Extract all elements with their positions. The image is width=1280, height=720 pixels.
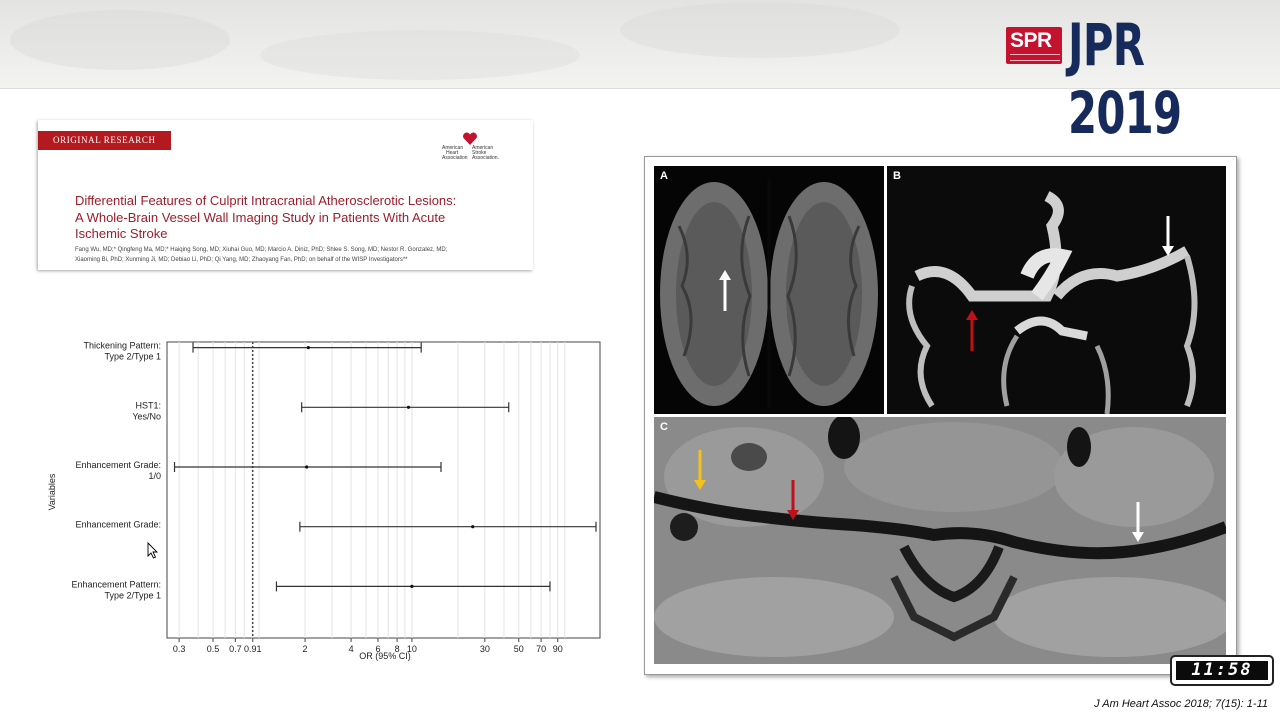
x-tick-label: 50 xyxy=(514,644,524,654)
heart-torch-icon xyxy=(463,132,477,145)
spr-logo-text: SPR xyxy=(1010,29,1052,52)
row-label: Thickening Pattern: xyxy=(83,341,161,351)
row-label: 1/0 xyxy=(148,471,161,481)
x-tick-label: 90 xyxy=(553,644,563,654)
banner-texture xyxy=(10,2,900,80)
panel-label-a: A xyxy=(660,170,668,182)
paper-title-line: Differential Features of Culprit Intracr… xyxy=(75,193,457,208)
paper-authors-line: Xiaoming Bi, PhD; Xunming Ji, MD; Debiao… xyxy=(75,256,408,263)
citation: J Am Heart Assoc 2018; 7(15): 1-11 xyxy=(1094,698,1268,710)
x-axis-label: OR (95% CI) xyxy=(359,651,411,661)
x-tick-label: 4 xyxy=(349,644,354,654)
paper-authors-line: Fang Wu, MD;* Qingfeng Ma, MD;* Haiqing … xyxy=(75,247,448,253)
row-label: Enhancement Pattern: xyxy=(71,579,161,589)
paper-authors: Fang Wu, MD;* Qingfeng Ma, MD;* Haiqing … xyxy=(75,246,525,265)
x-tick-label: 0.91 xyxy=(244,644,262,654)
x-tick-label: 30 xyxy=(480,644,490,654)
x-tick-label: 0.5 xyxy=(207,644,220,654)
odds-ratio-point xyxy=(410,584,414,588)
paper-title: Differential Features of Culprit Intracr… xyxy=(75,193,515,243)
odds-ratio-point xyxy=(306,346,310,350)
odds-ratio-point xyxy=(471,525,475,529)
section-tag: ORIGINAL RESEARCH xyxy=(38,131,171,150)
odds-ratio-point xyxy=(406,405,411,409)
row-label: Type 2/Type 1 xyxy=(104,352,161,362)
row-label: HST1: xyxy=(135,400,161,410)
x-tick-label: 2 xyxy=(303,644,308,654)
row-label: Type 2/Type 1 xyxy=(104,590,161,600)
aha-asa-logo: American American Heart Stroke Associati… xyxy=(442,132,502,162)
x-tick-label: 0.7 xyxy=(229,644,242,654)
paper-title-line: Ischemic Stroke xyxy=(75,226,168,241)
mouse-cursor xyxy=(147,541,159,559)
x-tick-label: 70 xyxy=(536,644,546,654)
plot-area xyxy=(166,341,601,639)
row-label: Yes/No xyxy=(132,411,161,421)
conference-title: JPR 2019 xyxy=(1068,11,1182,147)
row-label: Enhancement Grade: xyxy=(75,520,161,530)
odds-ratio-point xyxy=(305,465,309,469)
panel-label-c: C xyxy=(660,421,668,433)
row-label: Enhancement Grade: xyxy=(75,460,161,470)
panel-c-vessel-wall-image: C xyxy=(654,417,1226,664)
panel-label-b: B xyxy=(893,170,901,182)
paper-title-line: A Whole-Brain Vessel Wall Imaging Study … xyxy=(75,209,446,225)
timer-display: 11:58 xyxy=(1176,661,1268,680)
paper-header-excerpt: ORIGINAL RESEARCH American American Hear… xyxy=(38,120,533,270)
forest-plot: Thickening Pattern:Type 2/Type 1HST1:Yes… xyxy=(47,341,601,661)
mri-figure: A B C xyxy=(644,156,1237,675)
panel-b-mra-image: B xyxy=(887,166,1226,414)
spr-logo: SPR xyxy=(1006,27,1062,64)
y-axis-label: Variables xyxy=(47,473,57,510)
x-tick-label: 0.3 xyxy=(173,644,186,654)
conference-banner: SPR JPR 2019 xyxy=(0,0,1280,147)
presentation-timer: 11:58 xyxy=(1170,655,1274,686)
panel-a-dwi-image: A xyxy=(654,166,884,414)
